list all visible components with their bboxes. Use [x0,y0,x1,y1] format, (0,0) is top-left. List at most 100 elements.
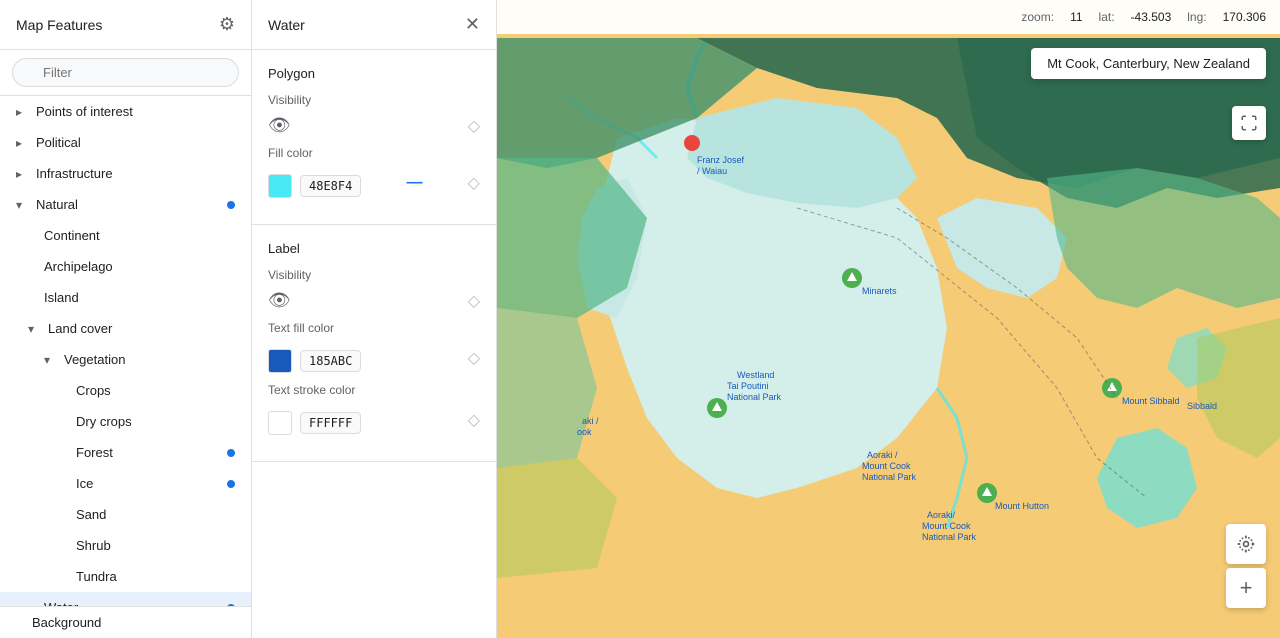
sidebar-title: Map Features [16,17,102,33]
polygon-section: Polygon Visibility 👁 ◇ Fill color 48E8F4… [252,50,496,225]
nav-item-label: Crops [76,383,111,398]
text-fill-diamond-icon[interactable]: ◇ [468,348,480,368]
sidebar-item-infrastructure[interactable]: ▸Infrastructure [0,158,251,189]
nav-item-label: Natural [36,197,78,212]
close-button[interactable]: ✕ [465,14,480,35]
sidebar-item-political[interactable]: ▸ Political [0,127,251,158]
lat-label: lat: [1099,10,1115,24]
location-tooltip: Mt Cook, Canterbury, New Zealand [1031,48,1266,79]
sidebar: Map Features ⚙ ☰ ▸Points of interest ▸ Pol… [0,0,252,638]
label-visibility-row: 👁 ◇ [268,290,480,311]
text-stroke-color-value[interactable]: FFFFFF [300,412,361,434]
text-fill-color-swatch[interactable] [268,349,292,373]
fullscreen-button[interactable] [1232,106,1266,140]
label-visibility-diamond-icon[interactable]: ◇ [468,291,480,311]
svg-text:Mount Cook: Mount Cook [862,461,911,471]
sidebar-item-forest[interactable]: Forest [0,437,251,468]
svg-text:ook: ook [577,427,592,437]
sidebar-item-tundra[interactable]: Tundra [0,561,251,592]
polygon-section-title: Polygon [268,66,480,81]
sidebar-item-land-cover[interactable]: ▾Land cover [0,313,251,344]
nav-item-label: Tundra [76,569,117,584]
nav-item-label: Sand [76,507,106,522]
filter-bar: ☰ [0,50,251,96]
svg-text:Aoraki/: Aoraki/ [927,510,956,520]
sidebar-item-shrub[interactable]: Shrub [0,530,251,561]
chevron-icon: ▾ [16,198,32,212]
filter-input[interactable] [12,58,239,87]
sidebar-item-points-of-interest[interactable]: ▸Points of interest [0,96,251,127]
zoom-value: 11 [1070,10,1082,24]
sidebar-header: Map Features ⚙ [0,0,251,50]
fill-color-minus-icon[interactable]: — [407,174,423,192]
svg-text:National Park: National Park [922,532,977,542]
map-header: zoom: 11 lat: -43.503 lng: 170.306 [497,0,1280,34]
map-svg: WEST COAST WEST COAST CANTERBURY WEST CO… [497,38,1280,638]
lng-label: lng: [1187,10,1206,24]
map-area[interactable]: zoom: 11 lat: -43.503 lng: 170.306 Mt Co… [497,0,1280,638]
text-stroke-color-swatch[interactable] [268,411,292,435]
text-stroke-diamond-icon[interactable]: ◇ [468,410,480,430]
zoom-label: zoom: [1021,10,1054,24]
sidebar-item-continent[interactable]: Continent [0,220,251,251]
svg-text:Minarets: Minarets [862,286,897,296]
svg-text:Tai Poutini: Tai Poutini [727,381,769,391]
text-fill-color-row: 185ABC ◇ [268,343,480,373]
svg-text:Franz Josef: Franz Josef [697,155,745,165]
panel-title: Water [268,17,305,33]
chevron-icon: ▸ [16,136,32,150]
label-section-title: Label [268,241,480,256]
sidebar-item-ice[interactable]: Ice [0,468,251,499]
sidebar-item-sand[interactable]: Sand [0,499,251,530]
svg-text:aki /: aki / [582,416,599,426]
fill-color-row: 48E8F4 — ◇ [268,168,480,198]
fill-color-swatch-row: 48E8F4 [268,174,361,198]
visibility-row: 👁 ◇ [268,115,480,136]
fill-color-swatch[interactable] [268,174,292,198]
nav-item-label: Archipelago [44,259,113,274]
visibility-eye-icon[interactable]: 👁 [268,115,291,136]
sidebar-item-natural[interactable]: ▾ Natural [0,189,251,220]
sidebar-item-background[interactable]: Background [0,606,251,638]
sidebar-item-dry-crops[interactable]: Dry crops [0,406,251,437]
nav-item-label: Political [36,135,81,150]
active-dot [227,480,235,488]
active-dot [227,201,235,209]
label-visibility-eye-icon[interactable]: 👁 [268,290,291,311]
nav-item-label: Vegetation [64,352,125,367]
location-button[interactable] [1226,524,1266,564]
label-visibility-label: Visibility [268,268,480,282]
visibility-diamond-icon[interactable]: ◇ [468,116,480,136]
nav-item-label: Land cover [48,321,112,336]
fill-color-diamond-icon[interactable]: ◇ [468,173,480,193]
nav-item-label: Island [44,290,79,305]
text-fill-color-value[interactable]: 185ABC [300,350,361,372]
nav-item-label: Background [32,615,101,630]
sidebar-item-vegetation[interactable]: ▾ Vegetation [0,344,251,375]
text-fill-color-label: Text fill color [268,321,480,335]
svg-text:National Park: National Park [862,472,917,482]
sidebar-item-island[interactable]: Island [0,282,251,313]
zoom-in-button[interactable]: + [1226,568,1266,608]
panel-header: Water ✕ [252,0,496,50]
nav-item-label: Points of interest [36,104,133,119]
nav-item-label: Continent [44,228,100,243]
svg-text:Westland: Westland [737,370,774,380]
gear-icon[interactable]: ⚙ [219,14,235,35]
text-stroke-color-swatch-row: FFFFFF [268,411,361,435]
nav-item-label: Shrub [76,538,111,553]
nav-list: ▸Points of interest ▸ Political ▸Infrastruc… [0,96,251,638]
text-fill-color-swatch-row: 185ABC [268,349,361,373]
svg-text:Sibbald: Sibbald [1187,401,1217,411]
nav-item-label: Dry crops [76,414,132,429]
svg-text:Mount Sibbald: Mount Sibbald [1122,396,1180,406]
filter-wrap: ☰ [12,58,239,87]
svg-text:Mount Hutton: Mount Hutton [995,501,1049,511]
nav-item-label: Infrastructure [36,166,113,181]
text-stroke-color-label: Text stroke color [268,383,480,397]
sidebar-item-archipelago[interactable]: Archipelago [0,251,251,282]
fill-color-value[interactable]: 48E8F4 [300,175,361,197]
sidebar-item-crops[interactable]: Crops [0,375,251,406]
svg-text:Mount Cook: Mount Cook [922,521,971,531]
chevron-icon: ▾ [44,353,60,367]
